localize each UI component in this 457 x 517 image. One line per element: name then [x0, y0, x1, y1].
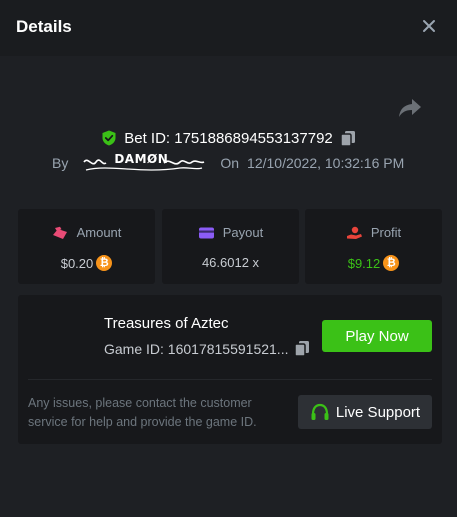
username: DAMØN	[114, 152, 169, 166]
profit-value: $9.12	[347, 255, 381, 271]
amount-card: Amount $0.20 ₿	[18, 209, 155, 284]
on-label: On	[220, 155, 240, 171]
amount-label: Amount	[76, 225, 122, 240]
share-icon[interactable]	[398, 97, 422, 119]
payout-card-icon	[198, 227, 214, 238]
profit-label: Profit	[370, 225, 402, 240]
bet-id: Bet ID: 1751886894553137792	[124, 129, 333, 147]
bitcoin-icon: ₿	[383, 255, 400, 271]
profit-card: Profit $9.12 ₿	[305, 209, 442, 284]
profit-hand-icon	[346, 226, 362, 239]
bitcoin-icon: ₿	[96, 255, 113, 271]
modal-title: Details	[16, 17, 72, 36]
copy-icon[interactable]	[340, 130, 356, 147]
close-icon[interactable]	[419, 16, 439, 36]
game-id: Game ID: 16017815591521...	[104, 340, 289, 357]
payout-value: 46.6012 x	[201, 255, 260, 270]
username-badge[interactable]: DAMØN	[80, 150, 206, 176]
help-text: Any issues, please contact the customer …	[28, 396, 257, 429]
payout-card: Payout 46.6012 x	[162, 209, 299, 284]
by-label: By	[52, 155, 69, 171]
bet-id-row: Bet ID: 1751886894553137792	[0, 128, 457, 148]
copy-icon[interactable]	[294, 340, 310, 357]
divider	[28, 379, 432, 380]
headset-icon	[311, 403, 329, 420]
verified-shield-icon	[102, 130, 116, 146]
bet-datetime: 12/10/2022, 10:32:16 PM	[247, 155, 405, 171]
game-name[interactable]: Treasures of Aztec	[104, 315, 229, 332]
play-now-button[interactable]: Play Now	[322, 320, 432, 352]
amount-icon	[52, 226, 67, 239]
payout-label: Payout	[222, 225, 264, 240]
live-support-button[interactable]: Live Support	[298, 395, 432, 429]
bet-meta-row: By DAMØN On 12/10/2022, 10:32:16 PM	[52, 150, 452, 176]
game-card: Treasures of Aztec Game ID: 160178155915…	[18, 295, 442, 444]
modal-header: Details	[0, 0, 457, 56]
live-support-label: Live Support	[335, 403, 421, 421]
amount-value: $0.20	[60, 255, 94, 271]
game-id-row: Game ID: 16017815591521...	[104, 340, 310, 357]
